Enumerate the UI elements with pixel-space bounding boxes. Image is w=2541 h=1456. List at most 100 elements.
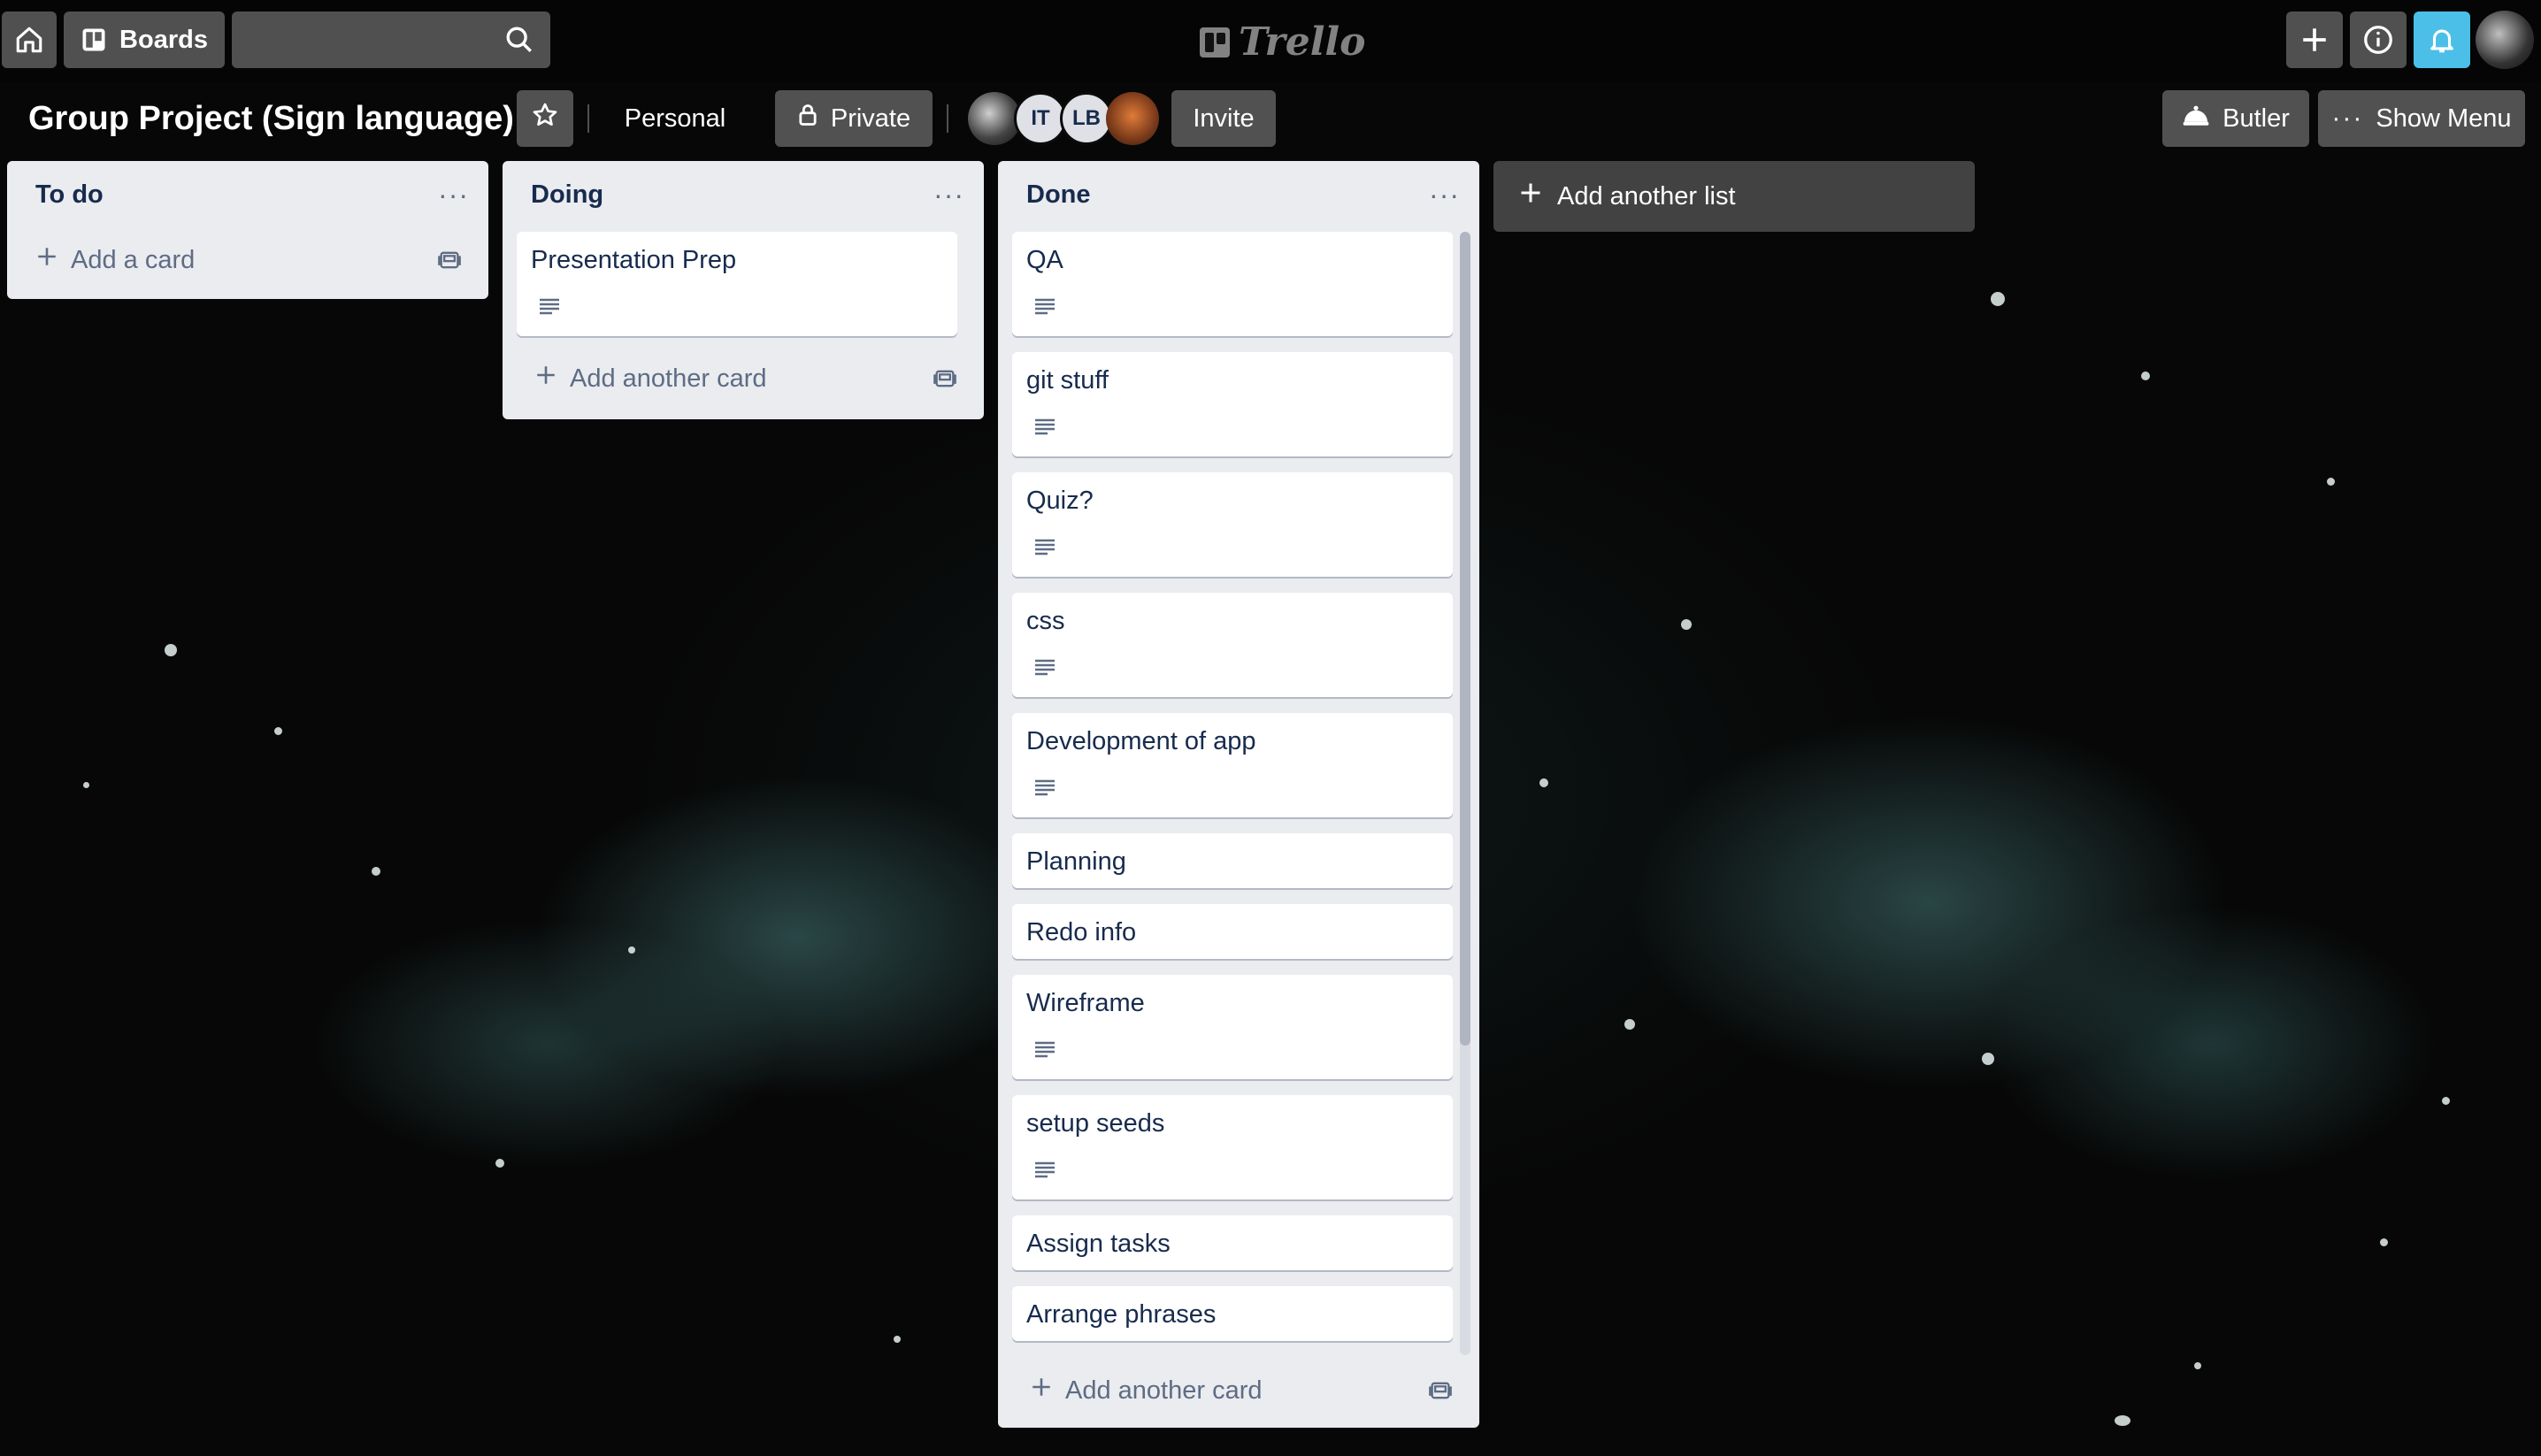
list-menu-icon[interactable]: ··· [933,179,964,211]
list-title[interactable]: To do [35,180,104,210]
list-doing[interactable]: Doing ··· Presentation Prep Add another … [503,161,984,419]
invite-button[interactable]: Invite [1171,90,1276,147]
description-icon [1033,538,1056,560]
team-button[interactable]: Personal [609,90,741,147]
card-title: setup seeds [1026,1109,1165,1138]
more-icon: ··· [2331,103,2364,133]
add-card-label: Add another card [570,364,767,393]
boards-icon [81,27,107,53]
list-title[interactable]: Doing [531,180,603,210]
member-avatar[interactable] [1106,92,1159,145]
add-card-label: Add a card [71,245,196,274]
card[interactable]: css [1012,593,1453,697]
card-title: Redo info [1026,918,1137,946]
template-icon[interactable] [1428,1378,1453,1407]
board-title[interactable]: Group Project (Sign language) [28,94,514,143]
plus-icon [1518,180,1543,212]
create-button[interactable] [2286,11,2343,68]
visibility-label: Private [830,103,911,133]
add-card-button[interactable]: Add a card [35,239,195,281]
card-title: css [1026,607,1065,635]
description-icon [538,297,561,319]
description-icon [1033,1040,1056,1062]
card[interactable]: Development of app [1012,713,1453,817]
card-title: Presentation Prep [531,246,737,274]
member-initials: LB [1072,106,1101,130]
add-card-label: Add another card [1065,1376,1263,1405]
card-title: QA [1026,246,1063,274]
card[interactable]: Assign tasks [1012,1215,1453,1270]
list-header: To do ··· [7,161,488,232]
trello-logo[interactable]: Trello [1200,19,1366,65]
card-title: Planning [1026,847,1126,876]
user-avatar[interactable] [2476,11,2534,69]
card[interactable]: Quiz? [1012,472,1453,577]
header-divider [587,104,589,133]
add-list-label: Add another list [1557,181,1736,211]
list-header: Doing ··· [503,161,984,232]
card-title: Quiz? [1026,487,1094,515]
plus-icon [35,245,58,275]
card[interactable]: Redo info [1012,904,1453,959]
search-input[interactable] [232,11,550,68]
card-title: git stuff [1026,366,1109,395]
card-title: Arrange phrases [1026,1300,1217,1329]
card-title: Wireframe [1026,989,1145,1017]
star-icon [531,101,559,136]
plus-icon [1030,1376,1053,1406]
add-list-button[interactable]: Add another list [1493,161,1975,232]
card-title: Development of app [1026,727,1256,755]
card[interactable]: QA [1012,232,1453,336]
card[interactable]: Wireframe [1012,975,1453,1079]
trello-logo-icon [1200,27,1230,57]
member-avatar[interactable]: LB [1060,92,1113,145]
plus-icon [2299,25,2330,55]
card-title: Assign tasks [1026,1230,1171,1258]
member-avatar[interactable] [968,92,1021,145]
information-button[interactable] [2350,11,2407,68]
description-icon [1033,1161,1056,1183]
add-card-button[interactable]: Add another card [534,357,766,400]
plus-icon [534,364,557,394]
info-icon [2362,24,2394,56]
card[interactable]: Planning [1012,833,1453,888]
card[interactable]: Presentation Prep [517,232,957,336]
member-avatar[interactable]: IT [1014,92,1067,145]
list-header: Done ··· [998,161,1479,232]
boards-label: Boards [119,25,208,54]
description-icon [1033,658,1056,680]
list-scrollbar-thumb[interactable] [1460,232,1470,1046]
description-icon [1033,418,1056,440]
show-menu-label: Show Menu [2376,103,2512,133]
description-icon [1033,297,1056,319]
card[interactable]: Arrange phrases [1012,1286,1453,1341]
home-icon [14,25,44,55]
list-title[interactable]: Done [1026,180,1091,210]
template-icon[interactable] [437,248,462,277]
butler-button[interactable]: Butler [2162,90,2309,147]
notifications-button[interactable] [2414,11,2470,68]
list-menu-icon[interactable]: ··· [1429,179,1460,211]
member-initials: IT [1031,106,1050,130]
card[interactable]: setup seeds [1012,1095,1453,1199]
list-done[interactable]: Done ··· QA git stuff Quiz? css Development … [998,161,1479,1428]
list-to-do[interactable]: To do ··· Add a card [7,161,488,299]
butler-label: Butler [2222,103,2290,133]
description-icon [1033,778,1056,801]
card[interactable]: git stuff [1012,352,1453,456]
home-button[interactable] [2,11,57,68]
trello-logo-text: Trello [1239,19,1366,65]
lock-icon [797,103,818,134]
add-card-button[interactable]: Add another card [1030,1369,1262,1412]
list-scrollbar[interactable] [1460,232,1470,1355]
star-board-button[interactable] [517,90,573,147]
bell-icon [2427,25,2457,55]
list-menu-icon[interactable]: ··· [438,179,469,211]
show-menu-button[interactable]: ··· Show Menu [2318,90,2525,147]
template-icon[interactable] [933,366,957,395]
visibility-button[interactable]: Private [775,90,933,147]
search-icon[interactable] [504,25,534,59]
header-divider [947,104,948,133]
butler-icon [2182,103,2210,134]
boards-button[interactable]: Boards [64,11,225,68]
